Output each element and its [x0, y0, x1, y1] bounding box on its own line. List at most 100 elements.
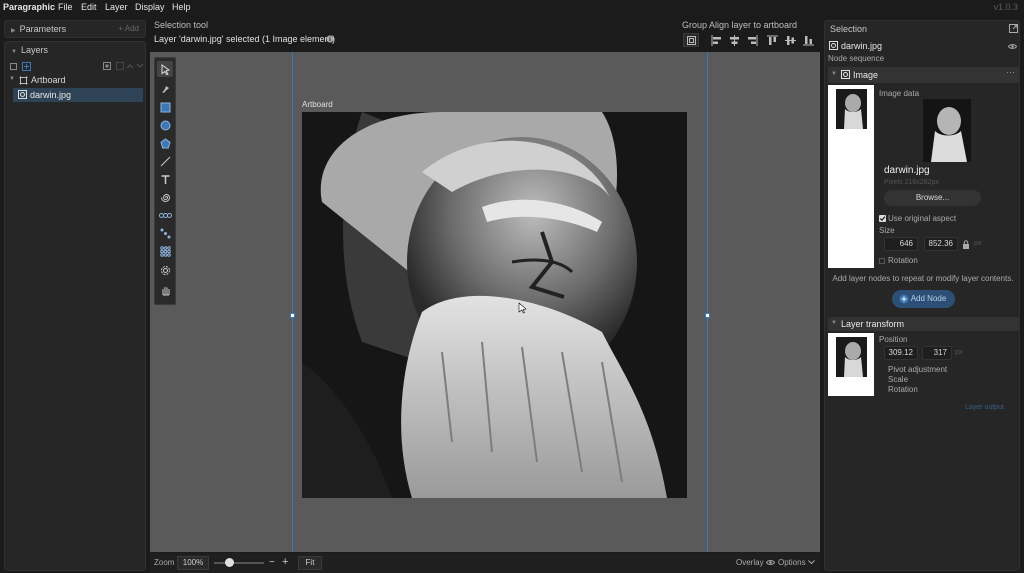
menu-display[interactable]: Display — [135, 2, 165, 12]
cursor-icon — [518, 302, 527, 314]
move-down-icon[interactable] — [136, 62, 144, 70]
image-layer-icon — [829, 41, 838, 50]
move-up-icon[interactable] — [126, 62, 134, 70]
gear-tool[interactable] — [157, 262, 173, 278]
spiral-tool[interactable] — [157, 189, 173, 205]
zoom-slider[interactable] — [214, 558, 264, 567]
transform-rotation-label[interactable]: Rotation — [888, 385, 918, 394]
zoom-slider-knob[interactable] — [224, 558, 234, 567]
parameters-panel: ▶ Parameters + Add — [4, 20, 146, 38]
parameters-title: Parameters — [19, 24, 67, 34]
add-node-button[interactable]: Add Node — [892, 290, 955, 308]
use-original-label: Use original aspect — [888, 214, 957, 223]
position-x-field[interactable]: 309.12 — [884, 346, 918, 360]
version-label: v1.0.3 — [993, 2, 1018, 12]
chevron-right-icon: ▶ — [11, 28, 16, 34]
select-tool[interactable] — [157, 61, 173, 77]
selection-title: Selection — [830, 24, 868, 34]
export-icon[interactable] — [1009, 24, 1018, 33]
pivot-label[interactable]: Pivot adjustment — [888, 365, 947, 374]
menu-help[interactable]: Help — [172, 2, 191, 12]
selection-panel: Selection darwin.jpg Node sequence ▼ Ima… — [824, 20, 1020, 571]
layers-header[interactable]: ▼ Layers — [5, 42, 145, 58]
image-layer-icon — [18, 90, 27, 99]
layer-label: darwin.jpg — [30, 90, 72, 100]
gear-icon — [160, 265, 170, 275]
height-field[interactable]: 852.36 — [924, 237, 958, 251]
polygon-tool[interactable] — [157, 135, 173, 151]
repeat-tool[interactable] — [157, 207, 173, 223]
zoom-in-button[interactable]: + — [282, 556, 288, 568]
image-data-label: Image data — [879, 89, 920, 98]
menu-edit[interactable]: Edit — [81, 2, 97, 12]
group-label: Group — [682, 20, 708, 30]
node-name: darwin.jpg — [841, 41, 883, 51]
node-path-icon — [160, 228, 170, 238]
hand-tool[interactable] — [157, 282, 173, 298]
align-bottom-icon[interactable] — [803, 35, 814, 46]
add-node-label: Add Node — [910, 294, 947, 303]
layer-row-darwin[interactable]: darwin.jpg — [13, 88, 143, 102]
transform-thumbnail — [836, 337, 867, 377]
image-node-header[interactable]: ▼ Image ··· — [828, 67, 1019, 83]
scale-label[interactable]: Scale — [888, 375, 908, 384]
align-right-icon[interactable] — [747, 35, 758, 46]
rectangle-tool[interactable] — [157, 99, 173, 115]
resize-handle-right[interactable] — [705, 313, 710, 318]
node-path-tool[interactable] — [157, 225, 173, 241]
delete-icon[interactable] — [116, 62, 124, 70]
zoom-out-button[interactable]: − — [269, 557, 275, 568]
width-field[interactable]: 646 — [884, 237, 918, 251]
duplicate-icon[interactable] — [103, 62, 111, 70]
size-unit: px — [974, 240, 982, 247]
chevron-down-icon: ▼ — [831, 71, 837, 77]
menu-file[interactable]: File — [58, 2, 73, 12]
ellipse-tool[interactable] — [157, 117, 173, 133]
menu-app[interactable]: Paragraphic — [3, 2, 55, 12]
lock-icon[interactable] — [962, 240, 970, 249]
info-icon[interactable] — [326, 35, 334, 43]
guide-line — [707, 52, 708, 552]
fit-button[interactable]: Fit — [298, 556, 322, 570]
parameters-header[interactable]: ▶ Parameters + Add — [5, 21, 145, 37]
align-center-v-icon[interactable] — [785, 35, 796, 46]
overlay-toggle[interactable]: Overlay — [736, 558, 764, 567]
transform-node-header[interactable]: ▼ Layer transform — [828, 317, 1019, 331]
tools-palette — [154, 57, 176, 305]
align-center-h-icon[interactable] — [729, 35, 740, 46]
more-icon[interactable]: ··· — [1006, 67, 1015, 77]
add-layer-icon[interactable] — [22, 62, 31, 71]
rotation-checkbox[interactable] — [879, 258, 885, 264]
spiral-icon — [160, 193, 170, 202]
group-button[interactable] — [683, 33, 699, 47]
ellipse-icon — [160, 120, 170, 130]
align-left-icon[interactable] — [711, 35, 722, 46]
darwin-image[interactable] — [302, 112, 687, 498]
text-tool[interactable] — [157, 171, 173, 187]
browse-button[interactable]: Browse... — [884, 190, 981, 206]
copy-icon[interactable] — [10, 62, 18, 70]
position-unit: px — [955, 349, 963, 356]
line-tool[interactable] — [157, 153, 173, 169]
align-top-icon[interactable] — [767, 35, 778, 46]
layer-row-artboard[interactable]: ▼ Artboard — [7, 74, 143, 87]
use-original-checkbox[interactable] — [879, 215, 886, 222]
zoom-field[interactable]: 100% — [177, 556, 209, 570]
plus-circle-icon — [899, 294, 909, 304]
eye-icon[interactable] — [766, 559, 775, 566]
menu-layer[interactable]: Layer — [105, 2, 128, 12]
portrait-image — [302, 112, 687, 498]
eye-icon[interactable] — [1008, 43, 1017, 50]
select-icon — [161, 63, 170, 75]
text-icon — [161, 174, 169, 184]
pen-tool[interactable] — [157, 80, 173, 96]
grid-tool[interactable] — [157, 243, 173, 259]
line-icon — [160, 156, 170, 166]
chevron-down-icon — [808, 560, 815, 565]
position-y-field[interactable]: 317 — [922, 346, 952, 360]
add-parameter-button[interactable]: + Add — [118, 21, 139, 37]
position-label: Position — [879, 335, 908, 344]
layers-panel: ▼ Layers ▼ Artboard darwin.jpg — [4, 41, 146, 571]
options-menu[interactable]: Options — [778, 558, 806, 567]
resize-handle-left[interactable] — [290, 313, 295, 318]
